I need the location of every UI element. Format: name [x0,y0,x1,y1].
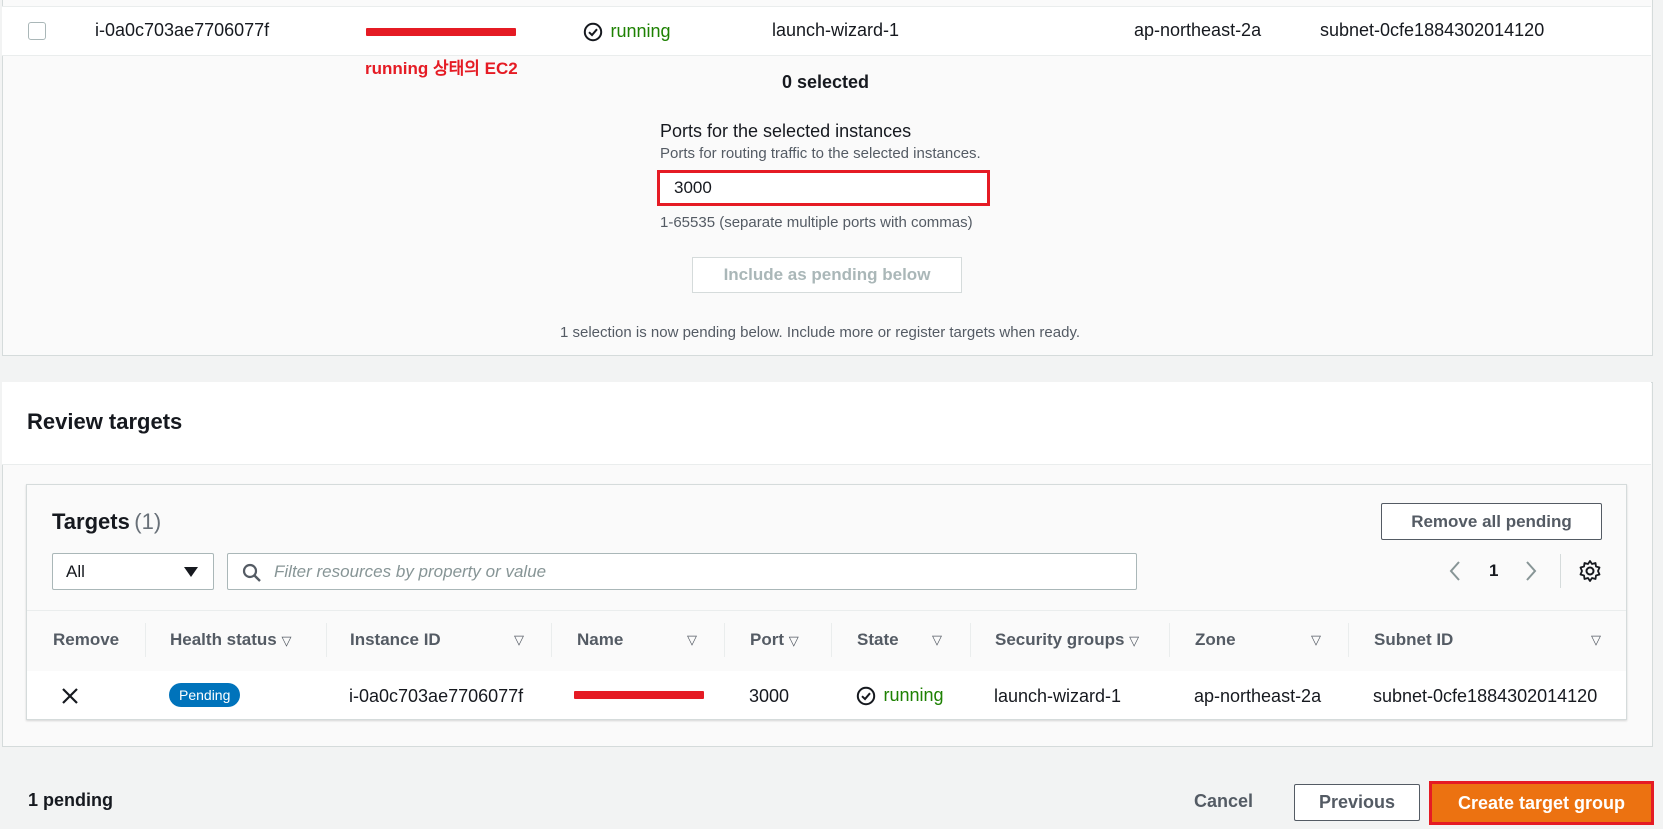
redacted-name [574,691,704,699]
column-name[interactable]: Name [577,630,623,650]
filter-select[interactable]: All [52,553,214,590]
gear-icon[interactable] [1578,559,1602,583]
annotation-running-ec2: running 상태의 EC2 [365,59,518,78]
column-health-status[interactable]: Health status ▽ [170,630,291,650]
close-icon[interactable] [61,687,79,705]
subnet-id-cell: subnet-0cfe1884302014120 [1320,20,1545,40]
state-cell: running [583,21,671,42]
filter-select-value: All [66,562,85,581]
sort-triangle-icon[interactable]: ▽ [1591,632,1601,648]
column-port[interactable]: Port ▽ [750,630,799,650]
security-group-cell: launch-wizard-1 [772,20,900,40]
column-subnet-id[interactable]: Subnet ID [1374,630,1453,650]
column-divider [831,623,832,657]
row-security-group: launch-wizard-1 [994,686,1122,706]
pagination-divider [1560,554,1561,588]
pending-note: 1 selection is now pending below. Includ… [560,324,1081,341]
column-divider [551,623,552,657]
filter-search-field[interactable] [227,553,1137,590]
filter-search-input[interactable] [272,561,1116,583]
column-divider [326,623,327,657]
sort-triangle-icon: ▽ [788,633,799,648]
sort-triangle-icon: ▽ [1129,633,1140,648]
column-zone[interactable]: Zone [1195,630,1236,650]
row-zone: ap-northeast-2a [1194,686,1322,706]
review-targets-header: Review targets [2,382,1651,465]
row-port: 3000 [749,686,790,706]
check-circle-icon [583,22,603,41]
row-state-label: running [883,685,944,705]
page-number[interactable]: 1 [1489,561,1498,581]
sort-triangle-icon[interactable]: ▽ [687,632,697,648]
caret-down-icon [184,567,198,577]
ports-label: Ports for the selected instances [660,121,912,141]
chevron-right-icon[interactable] [1524,560,1538,582]
ports-hint: 1-65535 (separate multiple ports with co… [660,214,973,231]
column-divider [724,623,725,657]
row-subnet-id: subnet-0cfe1884302014120 [1373,686,1598,706]
available-instance-row[interactable]: i-0a0c703ae7706077f running launch-wizar… [2,6,1651,56]
column-port-label: Port [750,630,784,649]
port-input[interactable] [657,170,990,206]
check-circle-icon [856,686,876,705]
column-divider [145,623,146,657]
search-icon [242,563,261,582]
selected-count: 0 selected [782,72,870,92]
sort-triangle-icon[interactable]: ▽ [1311,632,1321,648]
state-label: running [610,21,671,41]
health-status-badge: Pending [169,683,241,707]
sort-triangle-icon[interactable]: ▽ [932,632,942,648]
remove-all-pending-button[interactable]: Remove all pending [1381,503,1602,540]
column-health-status-label: Health status [170,630,277,649]
row-state: running [856,685,944,706]
sort-triangle-icon: ▽ [281,633,292,648]
column-remove: Remove [53,630,120,649]
row-instance-id: i-0a0c703ae7706077f [349,686,524,706]
include-as-pending-button[interactable]: Include as pending below [692,257,962,293]
column-divider [970,623,971,657]
review-targets-title: Review targets [27,409,183,434]
chevron-left-icon[interactable] [1448,560,1462,582]
column-security-groups-label: Security groups [995,630,1125,649]
zone-cell: ap-northeast-2a [1134,20,1262,40]
instance-id-cell: i-0a0c703ae7706077f [95,20,270,40]
previous-button[interactable]: Previous [1294,784,1420,821]
targets-heading: Targets (1) [52,509,161,535]
pending-count: 1 pending [28,790,113,810]
sort-triangle-icon[interactable]: ▽ [514,632,524,648]
column-security-groups[interactable]: Security groups ▽ [995,630,1139,650]
cancel-button[interactable]: Cancel [1188,790,1259,813]
instance-row-checkbox[interactable] [28,22,46,40]
column-divider [1169,623,1170,657]
targets-title: Targets [52,509,130,534]
create-target-group-button[interactable]: Create target group [1429,781,1654,825]
redacted-name [366,28,516,36]
ports-description: Ports for routing traffic to the selecte… [660,145,981,162]
column-state[interactable]: State [857,630,899,650]
column-instance-id[interactable]: Instance ID [350,630,441,650]
column-divider [1348,623,1349,657]
targets-count: (1) [134,509,162,534]
